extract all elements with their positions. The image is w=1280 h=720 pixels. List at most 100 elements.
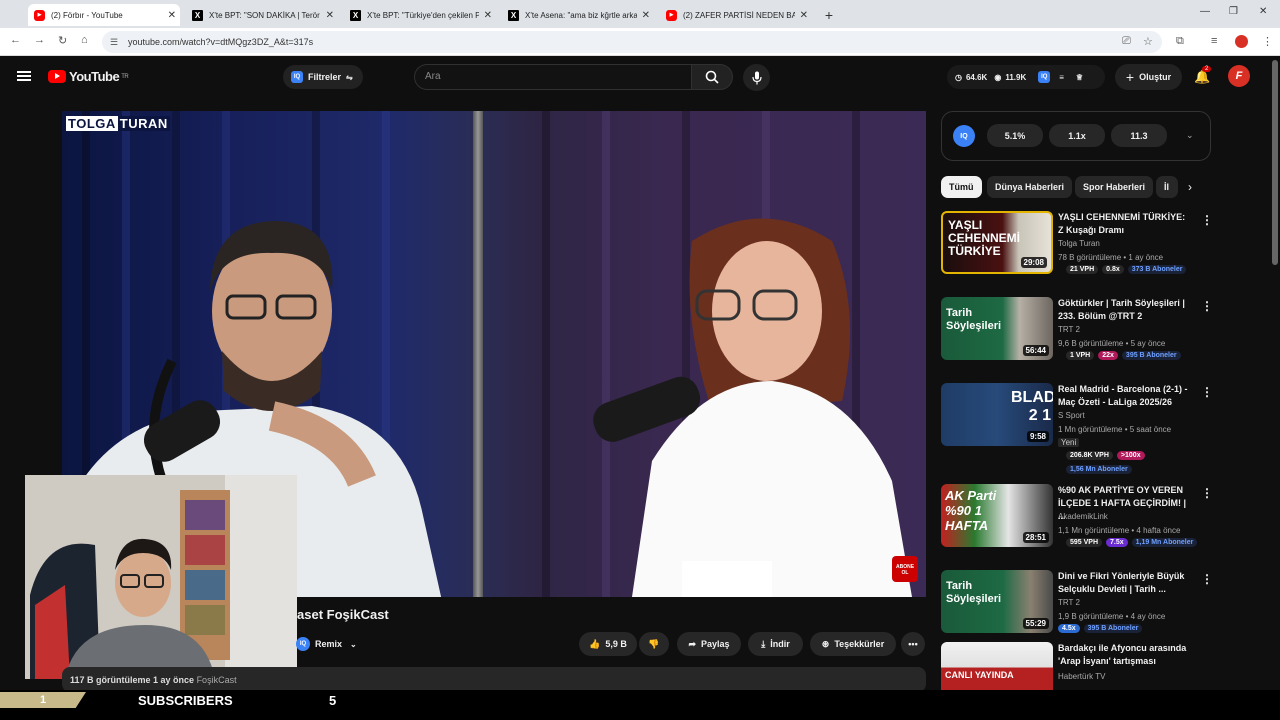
rec-title: Bardakçı ile Afyoncu arasında 'Arap İsya… <box>1058 643 1187 666</box>
new-tab-plus-icon[interactable]: + <box>820 6 838 24</box>
share-button[interactable]: ➦ Paylaş <box>677 632 741 656</box>
reload-icon[interactable]: ↻ <box>58 34 67 47</box>
clock-icon: ◷ <box>955 72 962 82</box>
list-item[interactable]: BLADE 2 1 9:58 Real Madrid - Barcelona (… <box>941 383 1213 479</box>
kebab-menu-icon[interactable]: ⋮ <box>1201 572 1213 586</box>
close-icon[interactable]: ✕ <box>800 10 808 21</box>
list-item[interactable]: CANLI YAYINDA Bardakçı ile Afyoncu arası… <box>941 642 1201 690</box>
rec-channel: TRT 2 <box>1058 325 1080 334</box>
search-button[interactable] <box>691 64 733 90</box>
menu-dots-icon[interactable]: ⋮ <box>1262 35 1273 48</box>
tag: 1,19 Mn Aboneler <box>1131 538 1198 547</box>
back-arrow-icon[interactable]: ← <box>10 34 21 46</box>
kebab-menu-icon[interactable]: ⋮ <box>1201 385 1213 399</box>
site-info-icon[interactable]: ☰ <box>110 37 118 48</box>
browser-tab-4[interactable]: X X'te Asena: "ama biz kğrtle arka ✕ <box>502 4 654 26</box>
thumb-text: YAŞLI CEHENNEMİ TÜRKİYE <box>948 218 1021 258</box>
window-close-icon[interactable]: ✕ <box>1259 6 1267 17</box>
download-label: İndir <box>770 639 790 649</box>
close-icon[interactable]: ✕ <box>326 10 334 21</box>
url-bar[interactable]: youtube.com/watch?v=dtMQgz3DZ_A&t=317s <box>102 31 1162 53</box>
tag: 1,56 Mn Aboneler <box>1066 465 1132 474</box>
kebab-menu-icon[interactable]: ⋮ <box>1201 486 1213 500</box>
search-icon <box>705 70 719 84</box>
forward-arrow-icon[interactable]: → <box>34 34 45 46</box>
hamburger-menu-icon[interactable] <box>17 71 31 81</box>
new-badge: Yeni <box>1058 438 1080 447</box>
list-item[interactable]: YAŞLI CEHENNEMİ TÜRKİYE 29:08 YAŞLI CEHE… <box>941 211 1213 281</box>
install-icon[interactable]: ⎚ <box>1122 35 1131 48</box>
subscribe-overlay-badge[interactable]: ABONE OL <box>892 556 918 582</box>
duration-badge: 55:29 <box>1022 618 1049 629</box>
address-row: ← → ↻ ⌂ youtube.com/watch?v=dtMQgz3DZ_A&… <box>0 28 1280 56</box>
avatar[interactable]: F <box>1228 65 1250 87</box>
bookmark-star-icon[interactable]: ☆ <box>1143 35 1153 48</box>
rec-meta: 1,9 B görüntüleme • 4 ay önce <box>1058 612 1166 621</box>
rec-title: Real Madrid - Barcelona (2-1) - Maç Özet… <box>1058 384 1188 407</box>
x-icon: X <box>350 9 361 21</box>
home-icon[interactable]: ⌂ <box>81 34 88 46</box>
create-button[interactable]: + Oluştur <box>1115 64 1182 90</box>
filters-label: Filtreler <box>308 72 342 82</box>
youtube-header: YouTube TR IQ Filtreler ⇋ Ara ◷ 64.6K ◉ … <box>0 57 1280 97</box>
like-button[interactable]: 👍 5,9 B <box>579 632 637 656</box>
search-input[interactable]: Ara <box>414 64 691 90</box>
extensions-icon[interactable]: ⧉ <box>1176 35 1184 48</box>
list-item[interactable]: Tarih Söyleşileri 56:44 Göktürkler | Tar… <box>941 297 1213 367</box>
tab-label: X'te Asena: "ama biz kğrtle arka <box>525 10 637 20</box>
plus-icon: + <box>1125 69 1135 85</box>
subscriber-rank: 1 <box>0 692 86 708</box>
reading-list-icon[interactable]: ≡ <box>1211 35 1217 47</box>
close-icon[interactable]: ✕ <box>642 10 650 21</box>
rec-channel: AkademikLink <box>1058 512 1108 521</box>
like-count: 5,9 B <box>605 639 627 649</box>
chip-sports-news[interactable]: Spor Haberleri <box>1075 176 1154 198</box>
list-item[interactable]: Tarih Söyleşileri 55:29 Dini ve Fikri Yö… <box>941 570 1213 640</box>
minimize-icon[interactable]: — <box>1200 6 1210 17</box>
chevron-right-icon[interactable]: › <box>1188 180 1192 194</box>
thumb-text: AK Parti %90 1 HAFTA <box>945 488 997 533</box>
kebab-menu-icon[interactable]: ⋮ <box>1201 299 1213 313</box>
tag: 395 B Aboneler <box>1121 351 1181 360</box>
webcam-figure <box>25 475 297 679</box>
tag: 1 VPH <box>1066 351 1095 360</box>
region-label: TR <box>121 73 129 80</box>
chip-all[interactable]: Tümü <box>941 176 982 198</box>
browser-tab-strip: ▶ (2) Förbır - YouTube ✕ X X'te BPT: "SO… <box>0 0 1280 28</box>
browser-tab-5[interactable]: ▶ (2) ZAFER PARTİSİ NEDEN BAŞA ✕ <box>660 4 812 26</box>
browser-tab-3[interactable]: X X'te BPT: "Türkiye'den çekilen P ✕ <box>344 4 496 26</box>
close-icon[interactable]: ✕ <box>168 10 176 21</box>
kebab-menu-icon[interactable]: ⋮ <box>1201 213 1213 227</box>
rec-tags: 595 VPH 7.5x 1,19 Mn Aboneler <box>1066 538 1198 547</box>
page-scrollbar[interactable] <box>1272 60 1278 265</box>
close-icon[interactable]: ✕ <box>484 10 492 21</box>
list-item[interactable]: AK Parti %90 1 HAFTA 28:51 %90 AK PARTİ'… <box>941 484 1213 554</box>
tag: 7.5x <box>1106 538 1128 547</box>
browser-tab-2[interactable]: X X'te BPT: "SON DAKİKA | Terör ö ✕ <box>186 4 338 26</box>
microphone-icon <box>751 71 762 84</box>
download-button[interactable]: ⤓ İndir <box>748 632 803 656</box>
youtube-logo[interactable]: YouTube TR <box>48 69 129 84</box>
voice-search-button[interactable] <box>743 64 770 91</box>
rec-tags: 1,56 Mn Aboneler <box>1066 465 1132 474</box>
thanks-button[interactable]: ⊛ Teşekkürler <box>810 632 896 656</box>
tag: 22x <box>1098 351 1118 360</box>
filters-button[interactable]: IQ Filtreler ⇋ <box>283 65 363 89</box>
remix-button[interactable]: IQ Remix ⌄ <box>296 632 357 656</box>
share-arrow-icon: ➦ <box>688 638 696 649</box>
chip-world-news[interactable]: Dünya Haberleri <box>987 176 1073 198</box>
dislike-button[interactable]: 👎 <box>639 632 669 656</box>
channel-meta: FoşikCast <box>196 675 237 685</box>
channel-stats-widget[interactable]: ◷ 64.6K ◉ 11.9K IQ ≡ ♕ <box>947 65 1105 89</box>
browser-tab-1[interactable]: ▶ (2) Förbır - YouTube ✕ <box>28 4 180 26</box>
rec-title: Dini ve Fikri Yönleriyle Büyük Selçuklu … <box>1058 571 1185 594</box>
duration-badge: 9:58 <box>1026 431 1049 442</box>
profile-icon[interactable] <box>1235 35 1248 48</box>
iq-icon: IQ <box>291 71 303 83</box>
x-icon: X <box>192 9 203 21</box>
chevron-down-icon[interactable]: ⌄ <box>1186 130 1194 141</box>
more-actions-button[interactable]: ••• <box>901 632 925 656</box>
maximize-icon[interactable]: ❐ <box>1229 6 1238 17</box>
tab-label: (2) Förbır - YouTube <box>51 10 123 20</box>
chip-more[interactable]: İl <box>1156 176 1178 198</box>
